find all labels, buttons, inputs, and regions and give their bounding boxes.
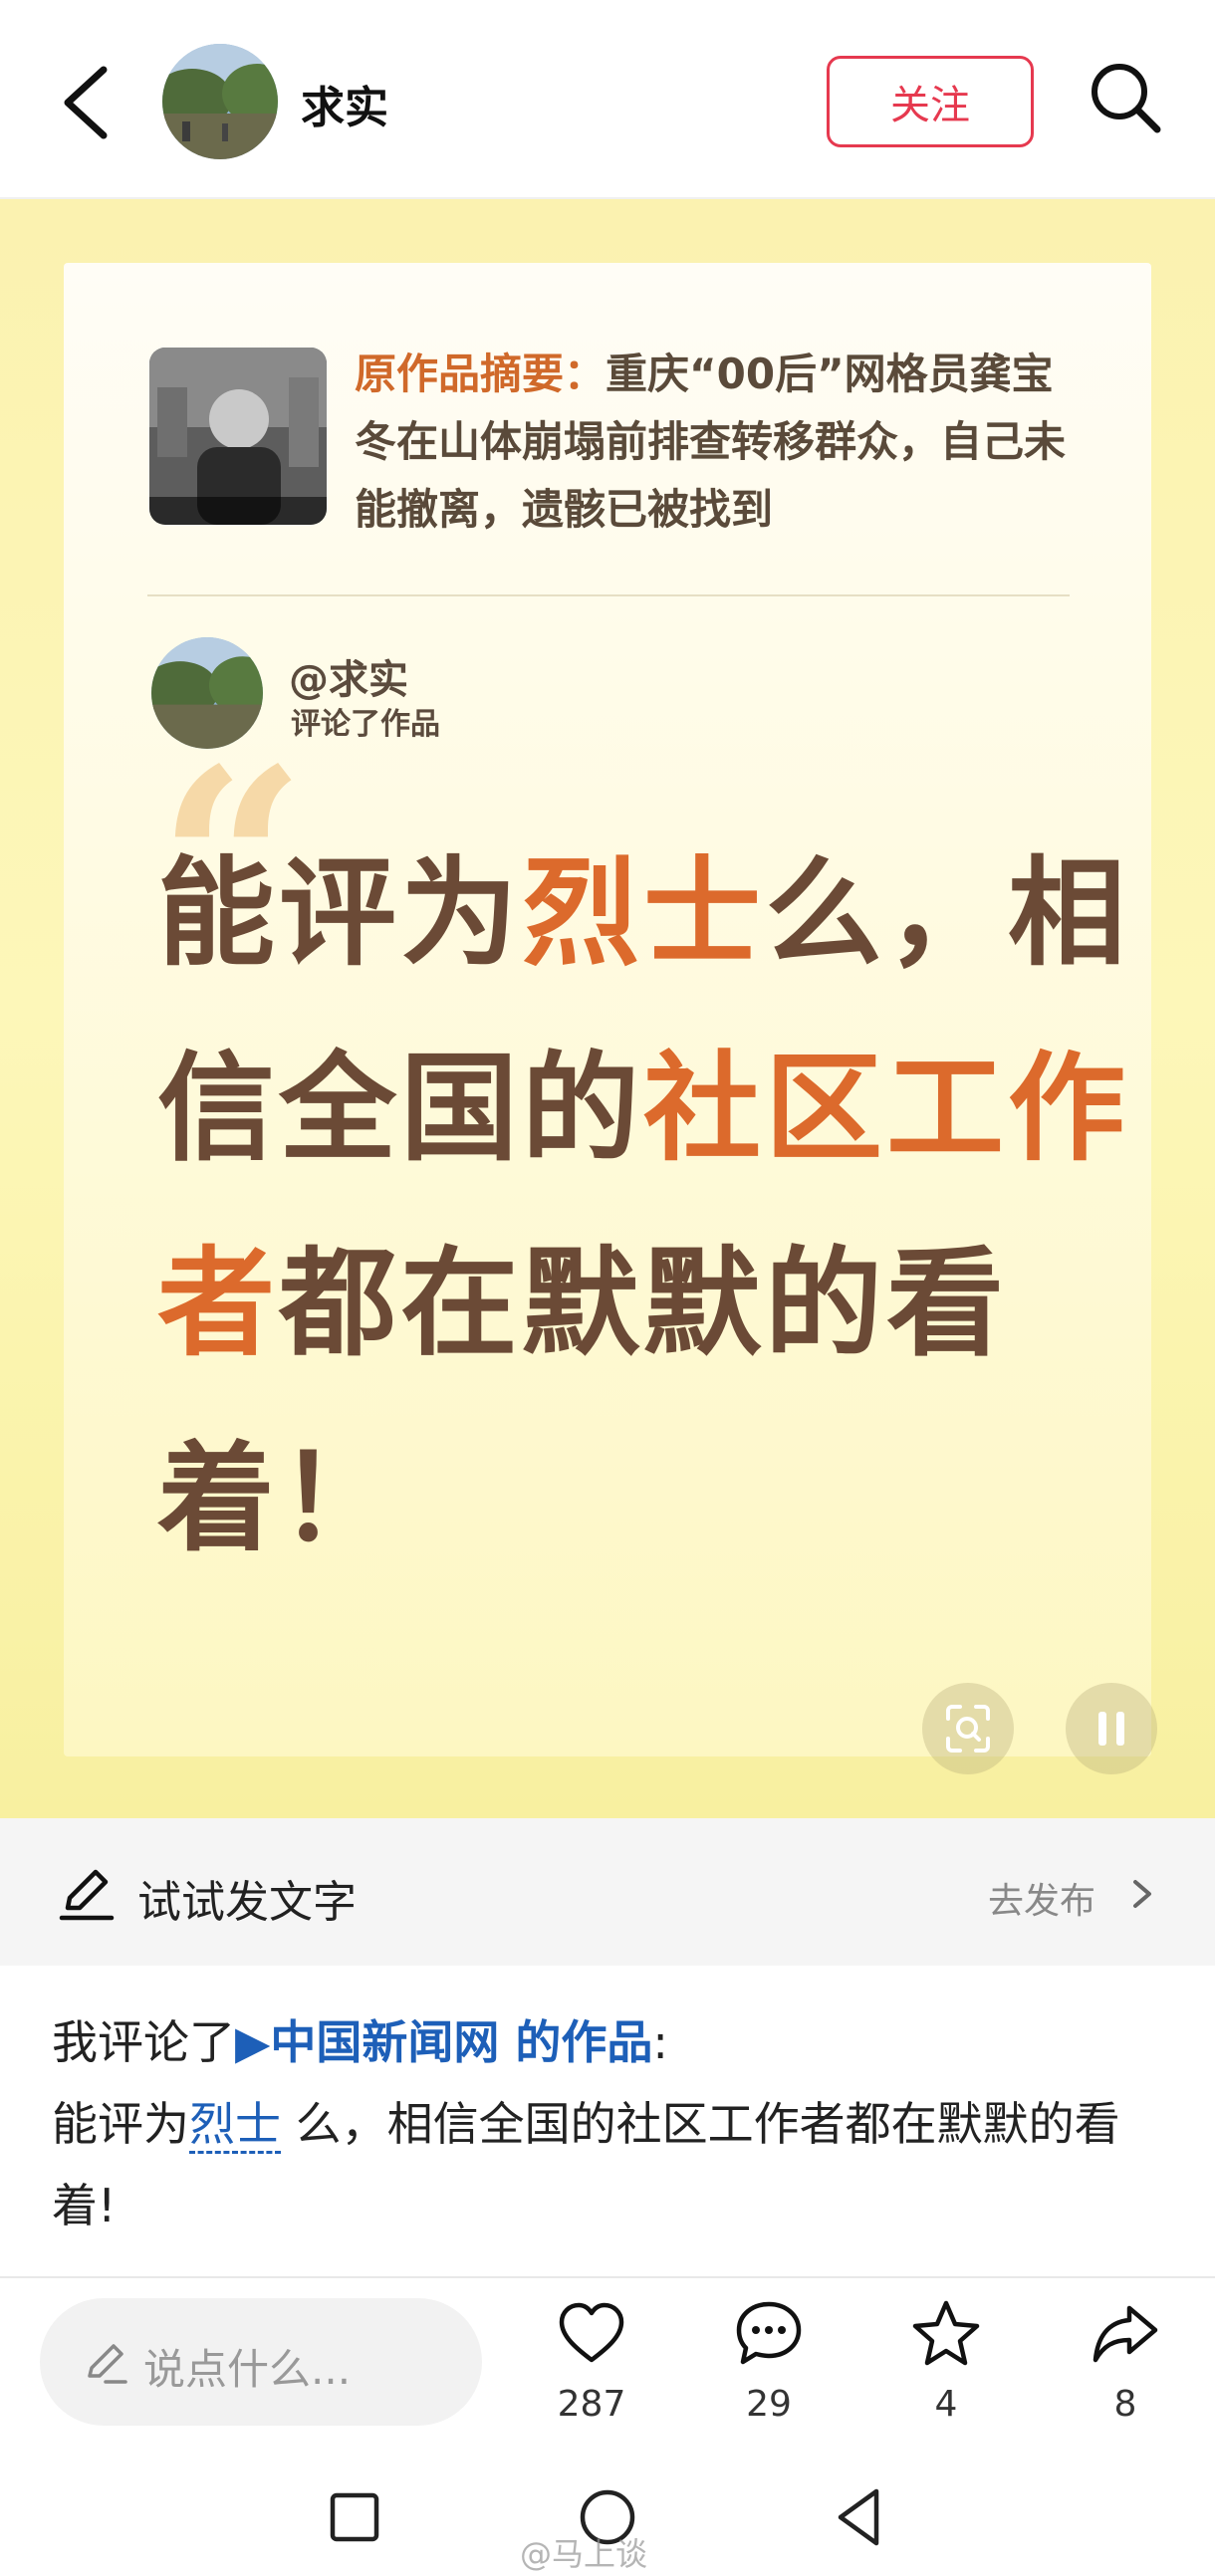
star-icon	[910, 2298, 982, 2370]
page: 求实 关注 原作品摘要：重庆“00后”网格员龚宝冬在山体崩塌前排查转移群众，自己…	[0, 0, 1215, 2576]
post-colon: :	[652, 2015, 668, 2069]
comment-part: 能评为	[157, 844, 523, 982]
pencil-icon	[58, 1864, 116, 1922]
source-work-link[interactable]: ▶中国新闻网 的作品	[235, 2015, 652, 2069]
scan-icon	[946, 1705, 990, 1753]
comment-button[interactable]: 29	[699, 2290, 839, 2440]
follow-button[interactable]: 关注	[827, 56, 1034, 147]
topic-link[interactable]: 烈士	[189, 2097, 281, 2154]
post-text-start: 能评为	[52, 2097, 189, 2151]
share-arrow-icon	[1090, 2298, 1161, 2370]
comment-input[interactable]: 说点什么...	[40, 2298, 482, 2426]
comment-card: 原作品摘要：重庆“00后”网格员龚宝冬在山体崩塌前排查转移群众，自己未能撤离，遗…	[64, 263, 1151, 1756]
pen-icon	[82, 2338, 129, 2386]
watermark: @马上谈	[520, 2535, 648, 2573]
author-avatar[interactable]	[162, 44, 278, 159]
summary-label: 原作品摘要：	[355, 350, 607, 398]
image-search-button[interactable]	[922, 1683, 1014, 1774]
pause-icon	[1098, 1712, 1124, 1746]
chevron-left-icon	[64, 66, 108, 139]
comment-placeholder: 说点什么...	[143, 2345, 352, 2394]
author-name[interactable]: 求实	[301, 72, 388, 135]
search-icon	[1092, 64, 1161, 133]
share-count: 8	[1113, 2384, 1137, 2425]
comment-quote: 能评为烈士么，相信全国的社区工作者都在默默的看着！	[157, 816, 1133, 1596]
post-image-area[interactable]: 原作品摘要：重庆“00后”网格员龚宝冬在山体崩塌前排查转移群众，自己未能撤离，遗…	[0, 199, 1215, 1818]
commented-label: 评论了作品	[291, 707, 440, 742]
back-button[interactable]	[52, 58, 131, 147]
heart-icon	[556, 2298, 627, 2370]
chevron-right-icon	[1127, 1874, 1157, 1914]
post-prefix: 我评论了	[52, 2015, 235, 2069]
comment-part: 都在默默的看着！	[157, 1235, 1009, 1567]
back-nav-button[interactable]	[821, 2477, 900, 2557]
square-icon	[330, 2492, 379, 2542]
like-button[interactable]: 287	[522, 2290, 661, 2440]
recents-button[interactable]	[315, 2477, 394, 2557]
commenter-handle: @求实	[289, 657, 408, 703]
go-publish-link[interactable]: 去发布	[988, 1872, 1095, 1924]
card-divider	[147, 594, 1070, 596]
like-count: 287	[557, 2384, 626, 2425]
share-button[interactable]: 8	[1056, 2290, 1195, 2440]
section-divider	[0, 2276, 1215, 2278]
source-link-label: 中国新闻网 的作品	[270, 2015, 653, 2069]
comment-highlight: 烈士	[522, 844, 766, 982]
post-body: 我评论了▶中国新闻网 的作品: 能评为烈士 么，相信全国的社区工作者都在默默的看…	[52, 2001, 1177, 2246]
original-work-summary: 原作品摘要：重庆“00后”网格员龚宝冬在山体崩塌前排查转移群众，自己未能撤离，遗…	[355, 341, 1072, 544]
triangle-back-icon	[838, 2488, 879, 2546]
pause-button[interactable]	[1066, 1683, 1157, 1774]
comment-count: 29	[746, 2384, 792, 2425]
favorite-button[interactable]: 4	[876, 2290, 1016, 2440]
try-post-label: 试试发文字	[137, 1877, 357, 1928]
favorite-count: 4	[934, 2384, 958, 2425]
try-post-bar[interactable]: 试试发文字 去发布	[0, 1818, 1215, 1966]
search-button[interactable]	[1086, 58, 1165, 137]
comment-bubble-icon	[733, 2298, 805, 2370]
top-header: 求实 关注	[0, 0, 1215, 199]
original-work-thumbnail[interactable]	[149, 348, 327, 525]
